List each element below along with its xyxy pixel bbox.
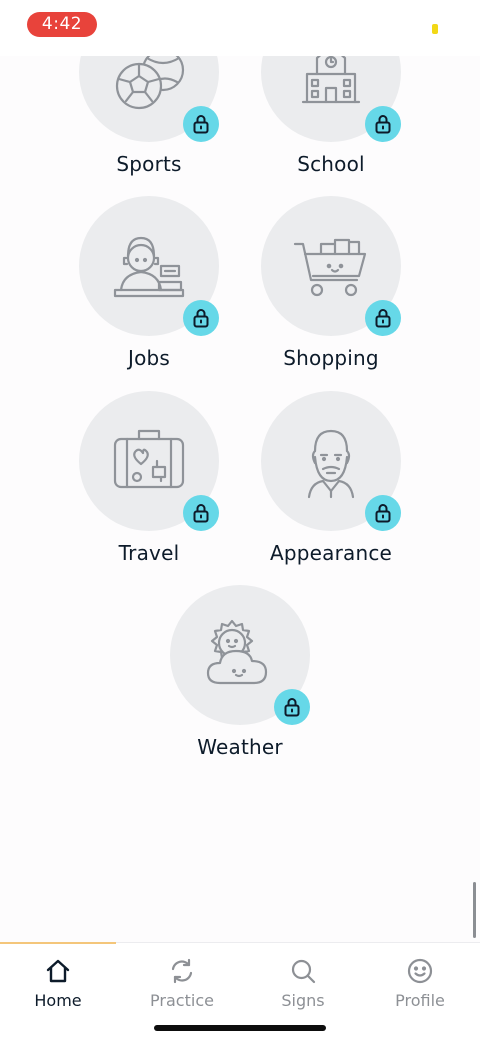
nav-profile[interactable]: Profile (360, 957, 480, 1017)
lock-icon (183, 495, 219, 531)
nav-label: Practice (150, 991, 214, 1010)
nav-active-indicator (0, 942, 116, 944)
category-appearance[interactable]: Appearance (251, 391, 411, 581)
lock-icon (365, 106, 401, 142)
home-indicator[interactable] (154, 1025, 326, 1031)
cashier-worker-icon (113, 236, 185, 298)
nav-practice[interactable]: Practice (122, 957, 242, 1017)
lock-icon (274, 689, 310, 725)
category-label: Travel (118, 541, 180, 565)
lock-icon (365, 495, 401, 531)
category-shopping[interactable]: Shopping (251, 196, 411, 386)
nav-signs[interactable]: Signs (243, 957, 363, 1017)
nav-label: Home (34, 991, 82, 1010)
status-bar: 4:42 (0, 0, 480, 56)
category-label: Shopping (283, 346, 379, 370)
suitcase-icon (113, 429, 185, 489)
lock-icon (183, 300, 219, 336)
bearded-man-icon (307, 429, 355, 499)
home-icon (46, 959, 70, 983)
category-weather[interactable]: Weather (160, 585, 320, 775)
nav-home[interactable]: Home (0, 957, 118, 1017)
category-label: Jobs (127, 346, 171, 370)
category-label: School (297, 152, 365, 176)
nav-label: Signs (281, 991, 325, 1010)
refresh-icon (171, 958, 193, 984)
scrollbar[interactable] (473, 882, 476, 938)
category-travel[interactable]: Travel (69, 391, 229, 581)
recording-indicator-icon (432, 24, 438, 34)
status-time: 4:42 (27, 12, 97, 37)
category-jobs[interactable]: Jobs (69, 196, 229, 386)
bottom-nav: Home Practice Signs Profile (0, 942, 480, 1039)
sun-cloud-icon (206, 619, 268, 685)
search-icon (291, 959, 316, 984)
nav-label: Profile (395, 991, 445, 1010)
screen: 4:42 Sports School Jobs Shopping Travel … (0, 0, 480, 1039)
category-label: Weather (197, 735, 283, 759)
lock-icon (365, 300, 401, 336)
shopping-cart-icon (293, 238, 367, 297)
lock-icon (183, 106, 219, 142)
category-label: Appearance (269, 541, 393, 565)
smiley-icon (407, 958, 433, 984)
category-label: Sports (116, 152, 182, 176)
